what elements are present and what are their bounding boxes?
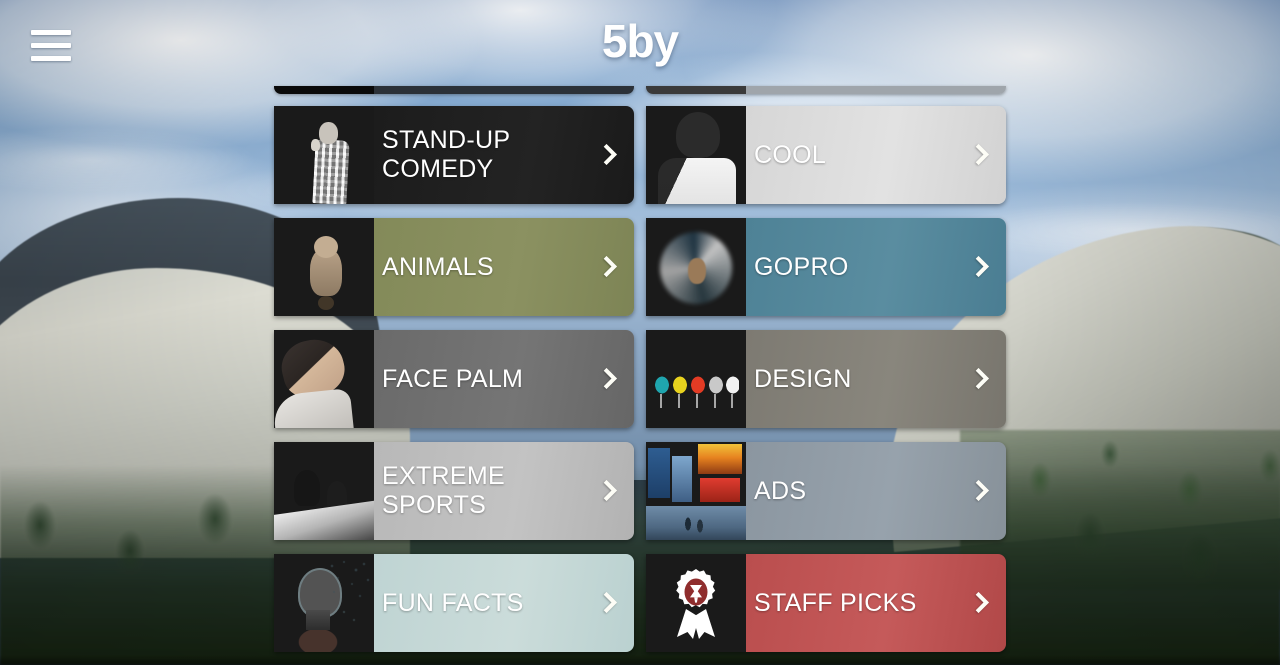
category-label: STAFF PICKS bbox=[754, 588, 917, 617]
chevron-right-icon[interactable] bbox=[968, 140, 990, 170]
chevron-right-icon[interactable] bbox=[968, 364, 990, 394]
chevron-right-icon[interactable] bbox=[596, 364, 618, 394]
chevron-right-icon[interactable] bbox=[596, 588, 618, 618]
category-tile-fun-facts[interactable]: FUN FACTS bbox=[274, 554, 634, 652]
category-tile-extreme-sports[interactable]: EXTREME SPORTS bbox=[274, 442, 634, 540]
letter-dust-detail bbox=[326, 558, 374, 612]
category-label: FUN FACTS bbox=[382, 588, 524, 617]
category-tile-animals[interactable]: ANIMALS bbox=[274, 218, 634, 316]
chevron-right-icon[interactable] bbox=[596, 140, 618, 170]
category-tile-cool[interactable]: COOL bbox=[646, 106, 1006, 204]
man-with-sunglasses-thumbnail bbox=[646, 106, 746, 204]
tile-body: FACE PALM bbox=[374, 330, 634, 428]
category-tile-stand-up-comedy[interactable]: STAND-UP COMEDY bbox=[274, 106, 634, 204]
tile-body: FUN FACTS bbox=[374, 554, 634, 652]
app-logo[interactable]: 5by bbox=[0, 14, 1280, 68]
category-label: ADS bbox=[754, 476, 807, 505]
tile-body: EXTREME SPORTS bbox=[374, 442, 634, 540]
man-facepalm-thumbnail bbox=[274, 330, 374, 428]
tile-body: ADS bbox=[746, 442, 1006, 540]
tile-body: GOPRO bbox=[746, 218, 1006, 316]
colored-chairs-thumbnail bbox=[646, 330, 746, 428]
award-rosette-icon bbox=[646, 554, 746, 652]
category-label: ANIMALS bbox=[382, 252, 494, 281]
category-grid: STAND-UP COMEDY COOL ANIMALS GOPRO FACE … bbox=[274, 86, 1006, 665]
tile-body: DESIGN bbox=[746, 330, 1006, 428]
chevron-right-icon[interactable] bbox=[596, 476, 618, 506]
times-square-billboards-thumbnail bbox=[646, 442, 746, 540]
monkey-thumbnail bbox=[274, 218, 374, 316]
tile-body: ANIMALS bbox=[374, 218, 634, 316]
category-label: FACE PALM bbox=[382, 364, 524, 393]
category-tile-staff-picks[interactable]: STAFF PICKS bbox=[646, 554, 1006, 652]
tile-body: COOL bbox=[746, 106, 1006, 204]
chevron-right-icon[interactable] bbox=[968, 588, 990, 618]
app-header: 5by bbox=[0, 0, 1280, 90]
lightbulb-letters-thumbnail bbox=[274, 554, 374, 652]
chevron-right-icon[interactable] bbox=[968, 252, 990, 282]
tile-body: STAND-UP COMEDY bbox=[374, 106, 634, 204]
category-label: EXTREME SPORTS bbox=[382, 462, 505, 519]
category-tile-ads[interactable]: ADS bbox=[646, 442, 1006, 540]
category-label: DESIGN bbox=[754, 364, 852, 393]
surfer-wave-thumbnail bbox=[646, 218, 746, 316]
category-label: STAND-UP COMEDY bbox=[382, 126, 510, 183]
standup-comedian-thumbnail bbox=[274, 106, 374, 204]
chevron-right-icon[interactable] bbox=[968, 476, 990, 506]
category-tile-design[interactable]: DESIGN bbox=[646, 330, 1006, 428]
tile-body: STAFF PICKS bbox=[746, 554, 1006, 652]
category-label: COOL bbox=[754, 140, 827, 169]
app-root: 5by STAND-UP COMEDY COOL ANIMALS GOPRO F… bbox=[0, 0, 1280, 665]
chevron-right-icon[interactable] bbox=[596, 252, 618, 282]
category-tile-gopro[interactable]: GOPRO bbox=[646, 218, 1006, 316]
category-label: GOPRO bbox=[754, 252, 849, 281]
bmx-riders-thumbnail bbox=[274, 442, 374, 540]
category-tile-face-palm[interactable]: FACE PALM bbox=[274, 330, 634, 428]
